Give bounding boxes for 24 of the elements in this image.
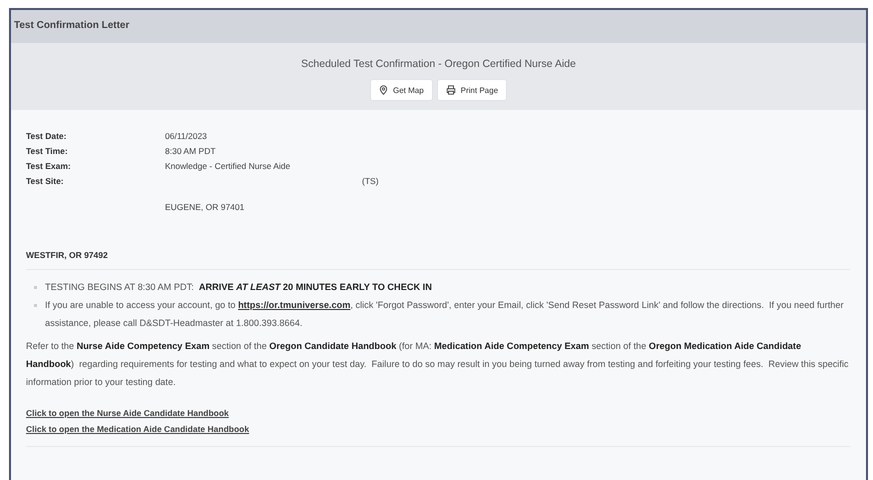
candidate-address: WESTFIR, OR 97492: [26, 250, 109, 260]
instructions-paragraph: Refer to the Nurse Aide Competency Exam section of the Oregon Candidate Handbook (for MA: Medication Aide Competency Exam section of the Oregon Medication Aide Candidate Handbook) regarding requirements for testing and what to expect on your test day. Failure to do so may result in you being turned away from testing and forfeiting your testing fees. Review this specific information prior to your testing date.: [26, 340, 850, 389]
letter-heading: Scheduled Test Confirmation - Oregon Certified Nurse Aide: [301, 58, 576, 70]
bullet-icon: [34, 304, 37, 307]
site-address: EUGENE, OR 97401: [165, 202, 246, 212]
notice-text: TESTING BEGINS AT 8:30 AM PDT: ARRIVE AT LEAST 20 MINUTES EARLY TO CHECK IN: [45, 281, 432, 294]
print-button[interactable]: Print Page: [436, 79, 508, 101]
field-label: Test Date:: [26, 131, 68, 141]
location-pin-icon: [378, 85, 388, 95]
field-label: Test Site:: [26, 176, 65, 186]
map-button[interactable]: Get Map: [370, 79, 433, 101]
notice-text: If you are unable to access your account, go to https://or.tmuniverse.com, click 'Forgot Password', enter your Email, click 'Send Reset Password Link' and follow the directions. If you need further assistance, please call D&SDT-Headmaster at 1.800.393.8664.: [45, 299, 845, 330]
field-value: Knowledge - Certified Nurse Aide: [165, 161, 292, 171]
handbook-link[interactable]: Click to open the Nurse Aide Candidate Handbook: [26, 405, 229, 421]
field-value: (TS): [361, 176, 380, 186]
bullet-icon: [34, 286, 37, 289]
field-label: Test Exam:: [26, 161, 72, 171]
field-label: Test Time:: [26, 146, 69, 156]
website-link[interactable]: https://or.tmuniverse.com: [238, 300, 350, 310]
handbook-link[interactable]: Click to open the Medication Aide Candidate Handbook: [26, 421, 250, 437]
window-title: Test Confirmation Letter: [14, 20, 130, 31]
field-value: 8:30 AM PDT: [165, 146, 217, 156]
printer-icon: [446, 85, 456, 95]
field-value: 06/11/2023: [165, 131, 208, 141]
